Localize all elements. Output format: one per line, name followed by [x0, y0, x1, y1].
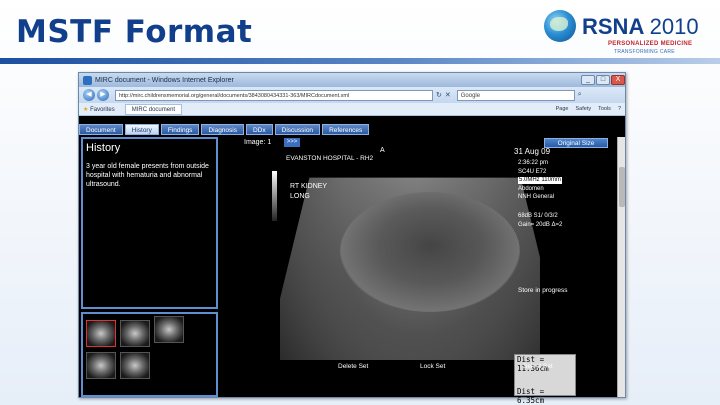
help-menu[interactable]: ? [618, 106, 621, 112]
maximize-button[interactable]: □ [596, 75, 610, 85]
ultrasound-label-organ: RT KIDNEY [290, 183, 328, 190]
ultrasound-marker: A [380, 147, 385, 154]
page-content: Document History Findings Diagnosis DDx … [79, 116, 625, 405]
search-input[interactable]: Google [456, 89, 575, 101]
window-controls: _ □ X [580, 75, 625, 85]
logo-brand-name: RSNA [582, 14, 644, 39]
tab-diagnosis[interactable]: Diagnosis [201, 124, 244, 135]
favorites-label: Favorites [90, 106, 115, 113]
thumbnail-5[interactable] [120, 352, 150, 379]
image-label: Image: 1 [244, 139, 272, 146]
ultrasound-frequency: 5.0MHz 110mm [518, 177, 562, 184]
measurement-box: Dist = 11.36cm Dist = 6.35cm [514, 354, 576, 405]
measurement-dist-2: Dist = 6.35cm [517, 387, 545, 405]
tab-discussion[interactable]: Discussion [274, 124, 321, 135]
thumbnail-2[interactable] [120, 320, 150, 347]
window-title: MIRC document - Windows Internet Explore… [95, 76, 234, 84]
ultrasound-probe: SC4U E72 [518, 169, 547, 175]
history-title: History [86, 142, 121, 154]
ultrasound-time: 2:36:22 pm [518, 160, 549, 166]
close-button[interactable]: X [611, 75, 625, 85]
document-tab[interactable]: MIRC document [124, 103, 183, 115]
ultrasound-label-view: LONG [290, 193, 310, 200]
kidney-region [340, 192, 520, 312]
tab-references[interactable]: References [322, 124, 370, 135]
slide-title: MSTF Format [16, 14, 253, 50]
document-nav: Document History Findings Diagnosis DDx … [79, 124, 371, 135]
search-icon[interactable]: ⌕ [578, 91, 582, 99]
ultrasound-date: 31 Aug 09 [514, 147, 551, 156]
tools-menu[interactable]: Tools [598, 106, 611, 112]
url-input[interactable]: http://mirc.childrensmemorial.org/genera… [115, 89, 433, 101]
tab-document[interactable]: Document [79, 124, 123, 135]
back-arrow-icon[interactable]: ◀ [83, 89, 95, 101]
ultrasound-db: 68dB S1/ 0/3/2 [518, 213, 558, 219]
logo-tagline: PERSONALIZED MEDICINE [608, 41, 693, 47]
forward-arrow-icon[interactable]: ▶ [97, 89, 109, 101]
image-viewer: Image: 1 >>> Original Size EVANSTON HOSP… [220, 137, 610, 405]
scrollbar-thumb[interactable] [619, 167, 625, 207]
thumbnail-panel [81, 312, 218, 397]
thumbnail-4[interactable] [86, 352, 116, 379]
select-set-button[interactable]: Select Set [523, 363, 553, 370]
refresh-icon[interactable]: ↻ [436, 91, 442, 99]
tab-history[interactable]: History [124, 124, 159, 135]
star-icon: ★ [83, 106, 89, 113]
lock-set-button[interactable]: Lock Set [420, 363, 445, 370]
vertical-scrollbar[interactable] [617, 137, 625, 397]
page-menu[interactable]: Page [556, 106, 569, 112]
safety-menu[interactable]: Safety [576, 106, 592, 112]
logo-subtagline: TRANSFORMING CARE [614, 49, 675, 55]
store-status: Store in progress [518, 287, 568, 294]
rsna-logo: RSNA 2010 PERSONALIZED MEDICINE TRANSFOR… [544, 8, 714, 56]
ultrasound-gain: Gain= 20dB Δ=2 [518, 222, 563, 228]
next-image-button[interactable]: >>> [284, 138, 300, 147]
ultrasound-preset: Abdomen [518, 186, 544, 192]
browser-window: MIRC document - Windows Internet Explore… [78, 72, 626, 405]
address-bar: ◀ ▶ http://mirc.childrensmemorial.org/ge… [79, 87, 625, 103]
logo-year: 2010 [649, 14, 699, 39]
tab-findings[interactable]: Findings [160, 124, 200, 135]
logo-brand: RSNA 2010 [582, 14, 699, 40]
thumbnail-1[interactable] [86, 320, 116, 347]
thumbnail-3[interactable] [154, 316, 184, 343]
ultrasound-hospital: EVANSTON HOSPITAL - RH2 [286, 155, 374, 162]
history-text: 3 year old female presents from outside … [86, 163, 209, 188]
command-bar: Page Safety Tools ? [549, 106, 621, 112]
window-titlebar: MIRC document - Windows Internet Explore… [79, 73, 625, 87]
stop-icon[interactable]: ✕ [445, 91, 451, 99]
original-size-button[interactable]: Original Size [544, 138, 608, 148]
favorites-bar: ★ Favorites MIRC document Page Safety To… [79, 103, 625, 116]
favorites-button[interactable]: ★ Favorites [83, 106, 115, 113]
delete-set-button[interactable]: Delete Set [338, 363, 368, 370]
ultrasound-profile: NNH General [518, 194, 555, 200]
slide-header-bar [0, 58, 720, 64]
minimize-button[interactable]: _ [581, 75, 595, 85]
grayscale-bar [272, 171, 277, 221]
ie-icon [83, 75, 92, 85]
tab-ddx[interactable]: DDx [245, 124, 273, 135]
globe-icon [544, 10, 576, 42]
history-panel: History 3 year old female presents from … [81, 137, 218, 309]
